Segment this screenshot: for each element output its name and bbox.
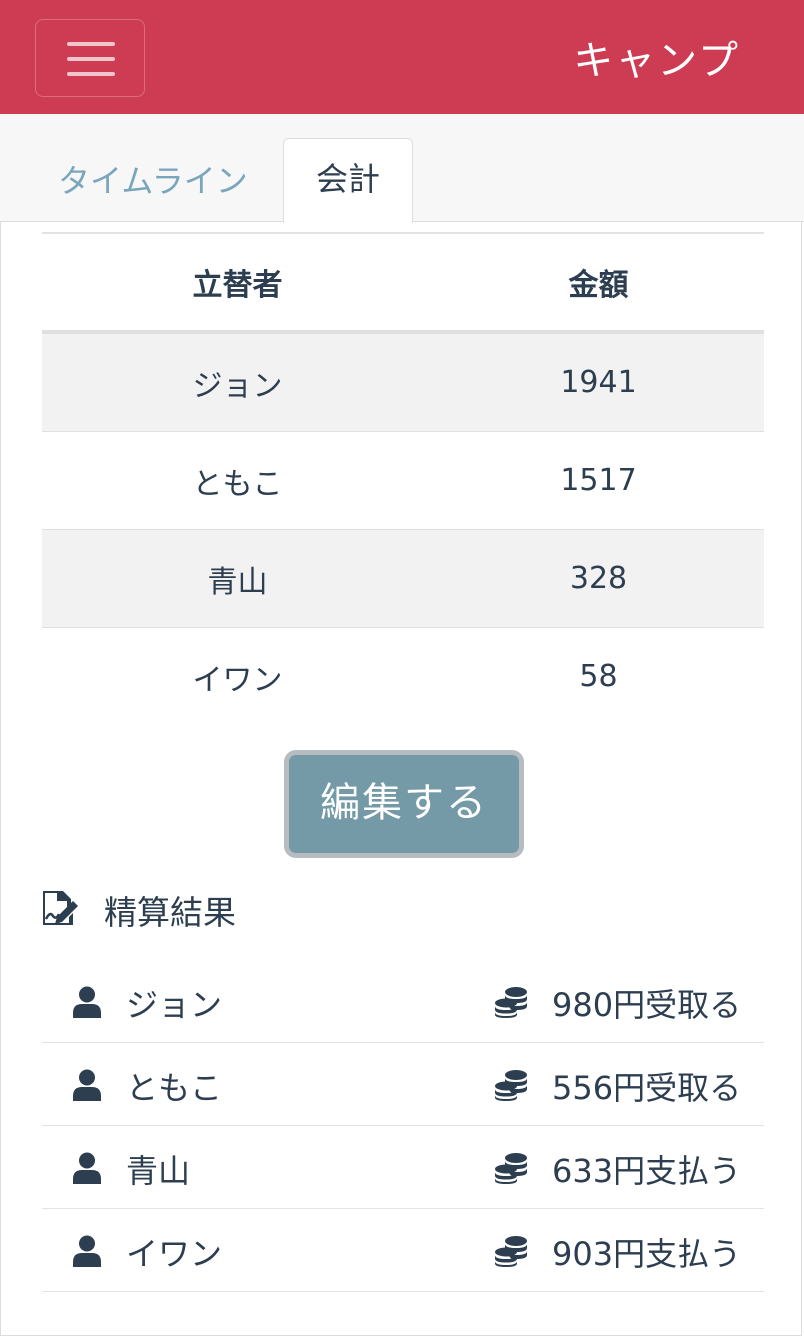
- coins-icon: [495, 1236, 527, 1267]
- column-header-payer: 立替者: [192, 268, 283, 303]
- settlement-amount: 903円支払う: [552, 1235, 742, 1273]
- settlement-list: ジョン 980円受取る ともこ 556円受取る 青山 633円支払う イワン 9…: [42, 960, 764, 1292]
- user-icon: [73, 986, 101, 1018]
- amount-cell: 1517: [560, 463, 637, 498]
- user-icon: [73, 1235, 101, 1267]
- settlement-name: イワン: [126, 1235, 223, 1273]
- settlement-name: ともこ: [126, 1069, 223, 1107]
- app-brand[interactable]: キャンプ: [573, 28, 740, 86]
- amount-cell: 328: [569, 561, 628, 596]
- amount-cell: 58: [579, 659, 618, 694]
- settlement-name: 青山: [126, 1152, 191, 1190]
- table-row: イワン 58: [42, 628, 764, 725]
- column-header-amount: 金額: [568, 268, 629, 303]
- coins-icon: [495, 1153, 527, 1184]
- edit-button[interactable]: 編集する: [284, 750, 524, 858]
- coins-icon: [495, 987, 527, 1018]
- payer-cell: イワン: [192, 662, 283, 698]
- list-item: ともこ 556円受取る: [42, 1043, 764, 1126]
- table-row: 青山 328: [42, 530, 764, 628]
- settlement-amount: 980円受取る: [552, 986, 742, 1024]
- user-icon: [73, 1069, 101, 1101]
- menu-toggle-button[interactable]: [35, 19, 145, 97]
- tab-bar: タイムライン 会計: [0, 114, 804, 223]
- list-item: ジョン 980円受取る: [42, 960, 764, 1043]
- payer-cell: ともこ: [192, 466, 283, 502]
- table-row: ジョン 1941: [42, 334, 764, 432]
- list-item: イワン 903円支払う: [42, 1209, 764, 1292]
- payer-cell: 青山: [207, 564, 268, 600]
- tab-timeline[interactable]: タイムライン: [58, 156, 248, 202]
- settlement-title: 精算結果: [104, 893, 236, 932]
- settlement-name: ジョン: [126, 986, 223, 1024]
- expense-table: 立替者 金額 ジョン 1941 ともこ 1517 青山 328 イワン 58: [42, 232, 764, 725]
- list-item: 青山 633円支払う: [42, 1126, 764, 1209]
- coins-icon: [495, 1070, 527, 1101]
- navbar: キャンプ: [0, 0, 804, 114]
- table-row: ともこ 1517: [42, 432, 764, 530]
- table-header-row: 立替者 金額: [42, 234, 764, 334]
- settlement-amount: 633円支払う: [552, 1152, 742, 1190]
- file-signature-icon: [43, 891, 78, 925]
- user-icon: [73, 1152, 101, 1184]
- settlement-amount: 556円受取る: [552, 1069, 742, 1107]
- payer-cell: ジョン: [192, 368, 283, 404]
- amount-cell: 1941: [560, 365, 637, 400]
- tab-accounting[interactable]: 会計: [283, 138, 413, 223]
